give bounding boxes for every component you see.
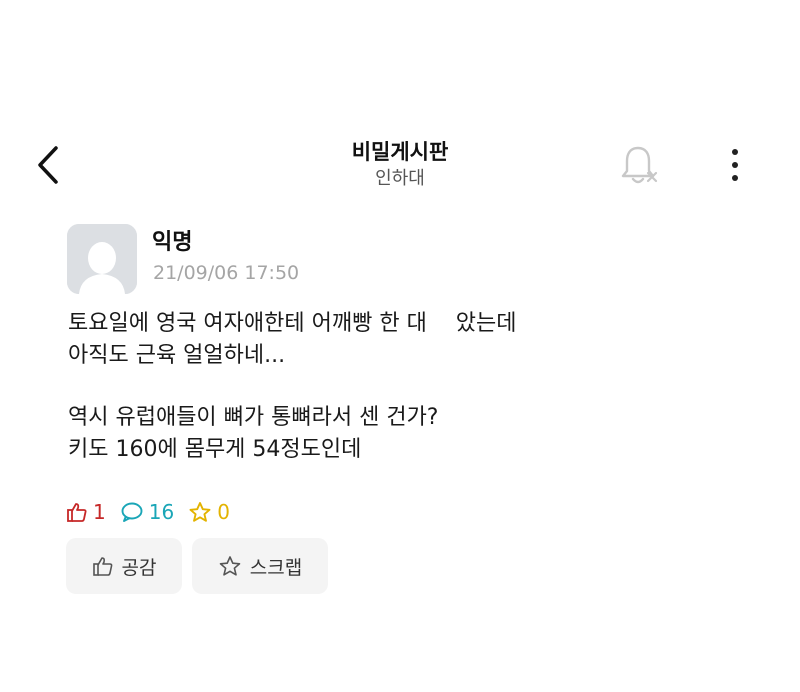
top-app-bar: 비밀게시판 인하대	[0, 120, 800, 210]
chevron-left-icon	[38, 146, 58, 184]
post-body-line: 역시 유럽애들이 뼈가 통뼈라서 센 건가?	[68, 405, 439, 430]
comment-count: 16	[148, 500, 175, 524]
like-count: 1	[93, 500, 106, 524]
more-options-button[interactable]	[720, 144, 750, 186]
post-stats: 1 16 0	[66, 499, 244, 525]
thumbs-up-icon	[67, 503, 87, 522]
scrap-button[interactable]: 스크랩	[192, 538, 328, 594]
board-title-group: 비밀게시판 인하대	[250, 138, 550, 192]
board-title: 비밀게시판	[351, 140, 449, 164]
star-icon	[219, 556, 241, 576]
back-button[interactable]	[32, 142, 68, 188]
post-datetime: 21/09/06 17:50	[153, 262, 300, 284]
more-vertical-icon	[732, 149, 738, 181]
thumbs-up-icon	[92, 557, 112, 576]
scrap-count: 0	[217, 500, 230, 524]
star-icon	[189, 502, 211, 522]
comment-count-stat: 16	[120, 500, 174, 524]
like-count-stat: 1	[66, 500, 106, 524]
default-avatar-icon	[67, 224, 137, 294]
post-actions: 공감 스크랩	[66, 538, 338, 594]
bell-off-icon	[621, 146, 658, 184]
like-button-label: 공감	[121, 556, 157, 579]
post-body-line: 토요일에 영국 여자애한테 어깨빵 한 대 았는데	[68, 311, 517, 336]
board-subtitle: 인하대	[375, 168, 425, 189]
post-body-line: 아직도 근육 얼얼하네...	[68, 343, 286, 368]
post-body: 토요일에 영국 여자애한테 어깨빵 한 대 았는데 아직도 근육 얼얼하네...…	[68, 308, 728, 466]
avatar	[67, 224, 137, 294]
scrap-count-stat: 0	[188, 500, 230, 524]
post-author: 익명	[152, 230, 193, 255]
scrap-button-label: 스크랩	[249, 556, 303, 579]
post-body-line: 키도 160에 몸무게 54정도인데	[68, 437, 362, 462]
comment-icon	[121, 502, 143, 522]
like-button[interactable]: 공감	[66, 538, 182, 594]
notification-toggle-button[interactable]	[618, 142, 660, 188]
